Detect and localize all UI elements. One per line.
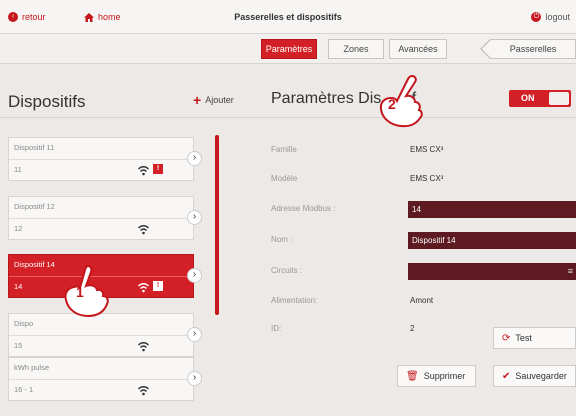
alert-icon: ! — [153, 281, 163, 291]
device-number: 11 — [14, 165, 22, 174]
wifi-icon — [138, 342, 149, 352]
famille-value: EMS CX³ — [410, 145, 444, 154]
device-name: Dispositif 11 — [14, 143, 55, 152]
modbus-field[interactable]: 14 — [408, 201, 576, 218]
save-button[interactable]: ✔ Sauvegarder — [493, 365, 576, 387]
alert-icon: ! — [153, 164, 163, 174]
step-number-2: 2 — [388, 96, 396, 112]
chevron-right-icon[interactable]: › — [187, 327, 202, 342]
pointer-hand-annotation-2: 2 — [370, 74, 424, 130]
delete-label: Supprimer — [423, 371, 466, 381]
divider — [0, 117, 250, 118]
wifi-icon — [138, 225, 149, 235]
wifi-icon — [138, 283, 149, 293]
device-card[interactable]: Dispositif 11 11! › — [8, 137, 202, 181]
pointer-hand-annotation-1: 1 — [58, 262, 112, 318]
menu-icon: ≡ — [567, 266, 573, 276]
tab-parametres[interactable]: Paramètres — [261, 39, 317, 59]
check-icon: ✔ — [502, 370, 511, 382]
wifi-icon — [138, 166, 149, 176]
plus-icon: + — [193, 92, 202, 108]
device-card[interactable]: Dispo 15 › — [8, 313, 202, 357]
test-label: Test — [515, 333, 532, 343]
chevron-right-icon[interactable]: › — [187, 210, 202, 225]
power-icon: ⏻ — [531, 12, 542, 22]
id-value: 2 — [410, 324, 415, 333]
step-number-1: 1 — [76, 284, 84, 300]
device-name: Dispo — [14, 319, 34, 328]
modbus-label: Adresse Modbus : — [271, 204, 336, 213]
circuits-label: Circuits : — [271, 266, 303, 275]
devices-title: Dispositifs — [8, 92, 86, 111]
divider — [9, 159, 194, 160]
add-device-button[interactable]: + Ajouter — [193, 92, 234, 108]
nom-field[interactable]: Dispositif 14 — [408, 232, 576, 249]
famille-label: Famille — [271, 145, 297, 154]
pointing-hand-icon — [64, 264, 109, 318]
trash-icon: 🗑 — [406, 370, 419, 382]
logout-link[interactable]: ⏻ logout — [531, 12, 570, 22]
alimentation-value: Amont — [410, 296, 434, 305]
parameters-title-text: Paramètres Dis — [271, 90, 382, 107]
toggle-knob — [549, 92, 569, 105]
top-bar: ‹ retour home Passerelles et dispositifs… — [0, 0, 576, 34]
wifi-icon — [138, 386, 149, 396]
id-label: ID: — [271, 324, 282, 333]
on-off-toggle[interactable]: ON — [509, 90, 571, 107]
modele-value: EMS CX³ — [410, 174, 444, 183]
chevron-right-icon[interactable]: › — [187, 151, 202, 166]
circuits-field[interactable]: ≡ — [408, 263, 576, 280]
divider — [9, 218, 194, 219]
device-name: Dispositif 14 — [14, 260, 55, 269]
save-label: Sauvegarder — [515, 371, 567, 381]
device-card[interactable]: kWh pulse 16 - 1 › — [8, 357, 202, 401]
divider — [9, 379, 194, 380]
device-number: 16 - 1 — [14, 385, 34, 394]
device-card[interactable]: Dispositif 12 12 › — [8, 196, 202, 240]
device-name: kWh pulse — [14, 363, 50, 372]
delete-button[interactable]: 🗑 Supprimer — [397, 365, 476, 387]
device-list-scrollbar[interactable] — [215, 135, 219, 315]
chevron-right-icon[interactable]: › — [187, 268, 202, 283]
tab-avancees[interactable]: Avancées — [389, 39, 447, 59]
device-number: 12 — [14, 224, 23, 233]
tab-passerelles[interactable]: Passerelles — [480, 39, 576, 59]
logout-label: logout — [545, 12, 570, 22]
toggle-label: ON — [521, 93, 535, 103]
tab-zones[interactable]: Zones — [328, 39, 384, 59]
device-number: 15 — [14, 341, 23, 350]
page-title: Passerelles et dispositifs — [234, 12, 342, 22]
divider — [9, 335, 194, 336]
alimentation-label: Alimentation: — [271, 296, 318, 305]
test-button[interactable]: ⟳ Test — [493, 327, 576, 349]
pointing-hand-icon — [379, 74, 423, 128]
device-name: Dispositif 12 — [14, 202, 55, 211]
modele-label: Modèle — [271, 174, 298, 183]
add-label: Ajouter — [205, 95, 234, 105]
tab-row: Paramètres Zones Avancées Passerelles — [0, 34, 576, 64]
nom-label: Nom : — [271, 235, 293, 244]
device-number: 14 — [14, 282, 23, 291]
chevron-right-icon[interactable]: › — [187, 371, 202, 386]
refresh-icon: ⟳ — [502, 332, 511, 344]
